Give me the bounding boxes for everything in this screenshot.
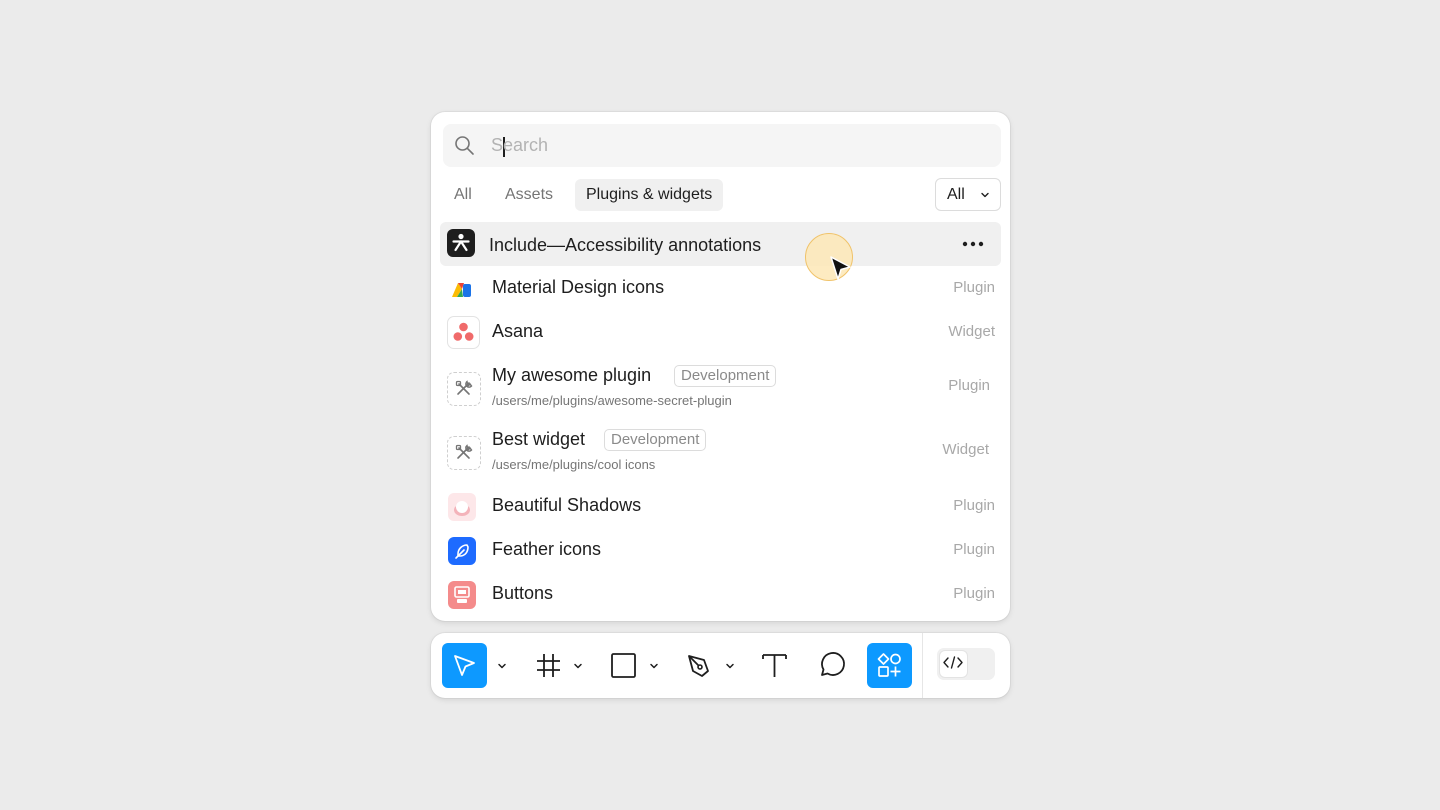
search-input[interactable] (491, 130, 981, 161)
tab-plugins-widgets[interactable]: Plugins & widgets (575, 179, 724, 211)
shapes-plus-icon (877, 653, 901, 677)
code-icon (943, 656, 963, 669)
result-type: Widget (942, 441, 989, 458)
chevron-down-icon[interactable] (496, 660, 508, 672)
result-row-my-awesome-plugin[interactable]: My awesome plugin Development /users/me/… (440, 356, 1001, 420)
cursor-arrow-icon (454, 655, 475, 676)
comment-icon (821, 652, 845, 676)
result-name: My awesome plugin (492, 365, 652, 385)
accessibility-icon (447, 229, 475, 257)
result-type: Plugin (948, 377, 990, 394)
result-row-best-widget[interactable]: Best widget Development /users/me/plugin… (440, 420, 1001, 484)
asana-icon (447, 316, 480, 349)
bottom-toolbar (431, 633, 1010, 698)
hash-frame-icon (537, 654, 560, 677)
buttons-icon (448, 581, 476, 609)
result-type: Plugin (953, 279, 995, 296)
comment-tool[interactable] (809, 643, 854, 688)
result-row-material-design[interactable]: Material Design icons Plugin (440, 266, 1001, 310)
material-design-icon (448, 275, 476, 303)
type-filter-value: All (947, 186, 965, 203)
development-badge: Development (674, 365, 777, 387)
tab-all[interactable]: All (443, 179, 483, 211)
result-name: Include—Accessibility annotations (489, 235, 762, 255)
chevron-down-icon[interactable] (648, 660, 660, 672)
result-name: Beautiful Shadows (492, 495, 642, 515)
result-name: Best widget (492, 429, 586, 449)
result-row-asana[interactable]: Asana Widget (440, 310, 1001, 354)
toolbar-divider (922, 633, 923, 698)
text-tool[interactable] (752, 643, 797, 688)
dev-mode-toggle[interactable] (937, 648, 995, 680)
chevron-down-icon (981, 192, 989, 198)
chevron-down-icon[interactable] (572, 660, 584, 672)
move-tool[interactable] (442, 643, 487, 688)
frame-tool[interactable] (526, 643, 571, 688)
result-row-feather-icons[interactable]: Feather icons Plugin (440, 528, 1001, 572)
result-type: Widget (948, 323, 995, 340)
pen-icon (688, 655, 709, 677)
result-name: Feather icons (492, 539, 602, 559)
text-icon (762, 654, 787, 677)
feather-icon (448, 537, 476, 565)
development-badge: Development (604, 429, 707, 451)
result-type: Plugin (953, 541, 995, 558)
result-name: Material Design icons (492, 277, 665, 297)
type-filter-dropdown[interactable]: All (935, 178, 1001, 211)
result-type: Plugin (953, 497, 995, 514)
result-row-include[interactable]: Include—Accessibility annotations (440, 222, 1001, 266)
search-bar[interactable] (443, 124, 1001, 167)
search-icon (455, 136, 474, 155)
result-path: /users/me/plugins/cool icons (492, 457, 656, 472)
actions-tool[interactable] (867, 643, 912, 688)
result-path: /users/me/plugins/awesome-secret-plugin (492, 393, 732, 408)
result-row-buttons[interactable]: Buttons Plugin (440, 572, 1001, 616)
actions-panel: All Assets Plugins & widgets All Include… (431, 112, 1010, 621)
rectangle-icon (611, 653, 636, 678)
chevron-down-icon[interactable] (724, 660, 736, 672)
result-type: Plugin (953, 585, 995, 602)
result-name: Buttons (492, 583, 554, 603)
pen-tool[interactable] (677, 643, 722, 688)
dev-tools-icon (447, 436, 481, 470)
result-row-beautiful-shadows[interactable]: Beautiful Shadows Plugin (440, 484, 1001, 528)
beautiful-shadows-icon (448, 493, 476, 521)
more-options-icon[interactable] (960, 234, 986, 254)
tab-assets[interactable]: Assets (494, 179, 564, 211)
dev-tools-icon (447, 372, 481, 406)
result-name: Asana (492, 321, 544, 341)
mouse-pointer-icon (830, 256, 851, 280)
shape-tool[interactable] (601, 643, 646, 688)
